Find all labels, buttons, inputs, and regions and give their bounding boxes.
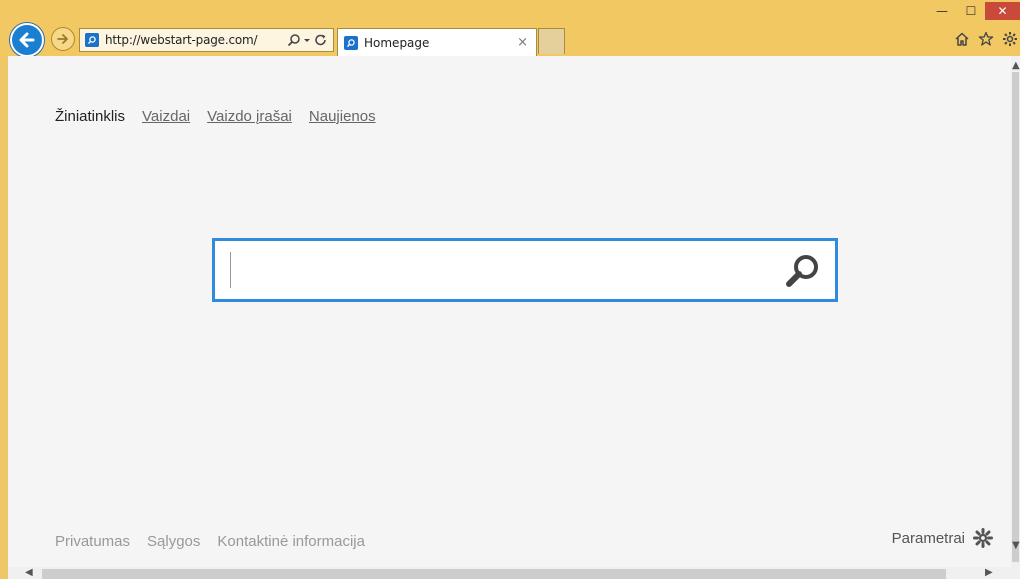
footer-link-contact[interactable]: Kontaktinė informacija: [217, 533, 365, 550]
search-button[interactable]: [783, 251, 823, 291]
search-box: [212, 238, 838, 302]
site-favicon-icon: [344, 35, 358, 50]
dropdown-icon[interactable]: [303, 33, 311, 47]
nav-item-news[interactable]: Naujienos: [309, 108, 376, 125]
settings-button[interactable]: Parametrai: [892, 528, 993, 548]
footer-links: Privatumas Sąlygos Kontaktinė informacij…: [55, 533, 365, 550]
page-viewport: Žiniatinklis Vaizdai Vaizdo įrašai Nauji…: [8, 56, 1011, 567]
tab-close-icon[interactable]: ×: [517, 35, 528, 50]
new-tab-button[interactable]: [538, 28, 565, 54]
magnifier-icon: [786, 255, 818, 287]
search-input[interactable]: [229, 251, 769, 289]
maximize-button[interactable]: ☐: [957, 2, 985, 20]
home-icon[interactable]: [953, 30, 971, 48]
vertical-scrollbar[interactable]: [1011, 56, 1020, 579]
refresh-icon[interactable]: [313, 33, 329, 47]
text-caret: [230, 252, 231, 288]
nav-item-videos[interactable]: Vaizdo įrašai: [207, 108, 292, 125]
site-favicon-icon: [85, 33, 99, 47]
tools-gear-icon[interactable]: [1001, 30, 1019, 48]
scroll-up-arrow-icon[interactable]: ▲: [1012, 60, 1020, 71]
vertical-scroll-thumb[interactable]: [1012, 72, 1019, 562]
search-icon[interactable]: [287, 33, 301, 47]
forward-button[interactable]: [51, 27, 75, 51]
favorites-star-icon[interactable]: [977, 30, 995, 48]
forward-arrow-icon: [57, 34, 68, 44]
settings-label: Parametrai: [891, 529, 965, 547]
horizontal-scrollbar[interactable]: [8, 567, 1011, 579]
tab-title: Homepage: [364, 35, 430, 50]
address-url[interactable]: http://webstart-page.com/: [105, 33, 287, 47]
nav-item-web[interactable]: Žiniatinklis: [55, 108, 125, 125]
tab-homepage[interactable]: Homepage ×: [337, 28, 537, 56]
back-arrow-icon: [19, 32, 35, 48]
footer-link-privacy[interactable]: Privatumas: [55, 533, 130, 550]
gear-icon: [973, 528, 993, 548]
footer-link-terms[interactable]: Sąlygos: [147, 533, 200, 550]
top-nav: Žiniatinklis Vaizdai Vaizdo įrašai Nauji…: [55, 108, 376, 125]
back-button[interactable]: [10, 23, 44, 57]
scroll-right-arrow-icon[interactable]: ▶: [985, 567, 993, 578]
minimize-button[interactable]: —: [928, 2, 956, 20]
horizontal-scroll-thumb[interactable]: [42, 569, 946, 579]
browser-chrome: — ☐ ✕ http://webstart-page.com/ Homepage…: [0, 0, 1020, 57]
scroll-left-arrow-icon[interactable]: ◀: [25, 567, 33, 578]
scroll-down-arrow-icon[interactable]: ▼: [1012, 540, 1020, 551]
nav-item-images[interactable]: Vaizdai: [142, 108, 190, 125]
address-bar[interactable]: http://webstart-page.com/: [79, 28, 334, 52]
close-window-button[interactable]: ✕: [985, 2, 1020, 20]
